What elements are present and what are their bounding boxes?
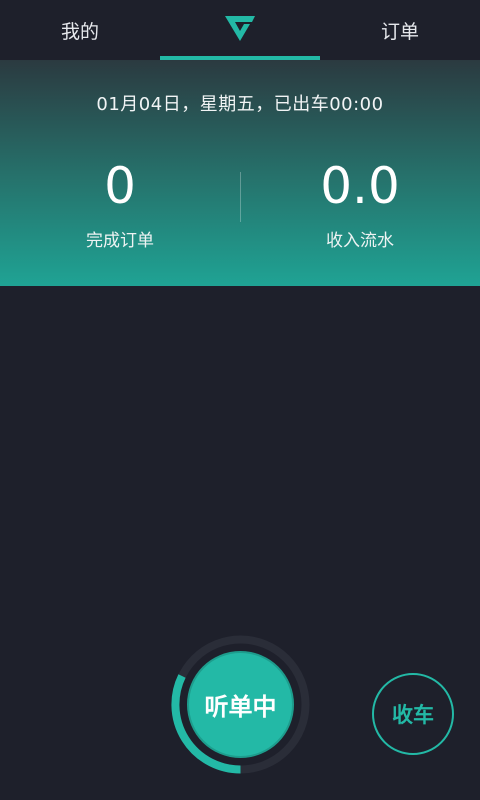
finish-shift-button[interactable]: 收车 <box>372 673 454 755</box>
listening-button-label: 听单中 <box>204 693 277 721</box>
income-label: 收入流水 <box>326 231 394 251</box>
v-logo-icon <box>223 13 257 48</box>
tab-orders[interactable]: 订单 <box>320 0 480 60</box>
top-navigation: 我的 订单 <box>0 0 480 60</box>
tab-mine[interactable]: 我的 <box>0 0 160 60</box>
tab-orders-label: 订单 <box>380 20 419 43</box>
income-value: 0.0 <box>320 157 400 215</box>
listen-control: 听单中 <box>168 632 313 777</box>
completed-orders-stat[interactable]: 0 完成订单 <box>0 158 240 258</box>
tab-home[interactable] <box>160 0 320 60</box>
tab-mine-label: 我的 <box>60 20 99 43</box>
income-stat[interactable]: 0.0 收入流水 <box>240 158 480 258</box>
app-root: 我的 订单 01月04日，星期五，已出车00:00 0 完成订单 0.0 收入流… <box>0 0 480 800</box>
completed-orders-label: 完成订单 <box>86 231 154 251</box>
finish-shift-label: 收车 <box>392 703 434 727</box>
date-status-line: 01月04日，星期五，已出车00:00 <box>96 94 384 115</box>
completed-orders-value: 0 <box>104 157 136 215</box>
stats-panel: 01月04日，星期五，已出车00:00 0 完成订单 0.0 收入流水 <box>0 60 480 286</box>
listening-button[interactable]: 听单中 <box>187 651 294 758</box>
